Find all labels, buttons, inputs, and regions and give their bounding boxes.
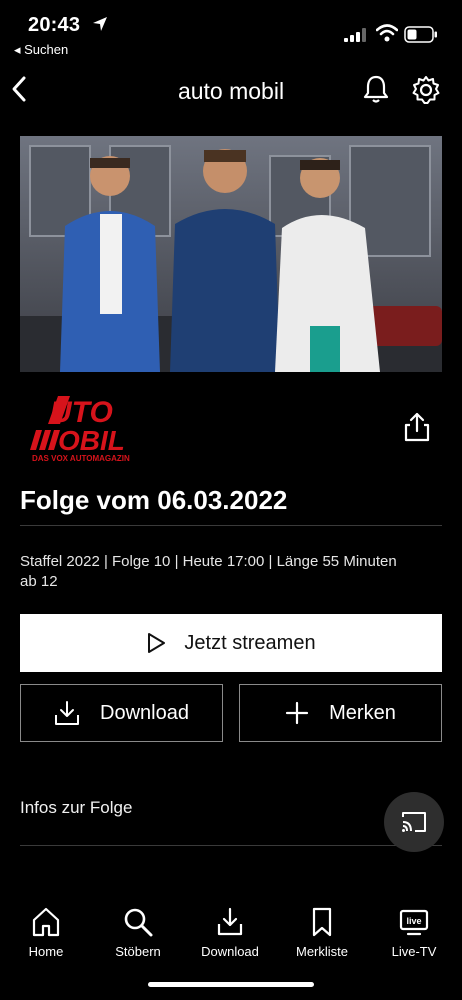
svg-text:live: live xyxy=(406,916,421,926)
svg-text:OBIL: OBIL xyxy=(58,425,125,456)
plus-icon xyxy=(286,701,309,725)
episode-meta-line: Staffel 2022 | Folge 10 | Heute 17:00 | … xyxy=(20,553,397,570)
tab-watchlist[interactable]: Merkliste xyxy=(282,906,362,959)
tab-live-tv[interactable]: live Live-TV xyxy=(374,906,454,959)
download-button[interactable]: Download xyxy=(20,684,223,742)
hero-photo xyxy=(20,136,442,372)
episode-hero-image xyxy=(20,136,442,372)
tab-label: Live-TV xyxy=(391,944,437,959)
page-title: auto mobil xyxy=(177,78,285,104)
bookmark-icon xyxy=(312,907,332,937)
tab-label: Download xyxy=(201,944,259,959)
play-icon xyxy=(148,633,166,653)
stream-button-label: Jetzt streamen xyxy=(184,631,316,654)
wifi-icon xyxy=(376,24,398,42)
battery-icon xyxy=(404,26,437,43)
gear-icon[interactable] xyxy=(410,74,442,106)
episode-meta: Staffel 2022 | Folge 10 | Heute 17:00 | … xyxy=(20,552,397,592)
cast-button[interactable] xyxy=(384,792,444,852)
bell-icon[interactable] xyxy=(362,74,390,104)
episode-title: Folge vom 06.03.2022 xyxy=(20,485,288,515)
download-icon xyxy=(217,907,243,936)
home-indicator[interactable] xyxy=(148,982,314,987)
show-logo: UTO OBIL DAS VOX AUTOMAGAZIN xyxy=(30,396,130,463)
watchlist-button[interactable]: Merken xyxy=(239,684,442,742)
download-button-label: Download xyxy=(100,701,189,724)
tab-label: Stöbern xyxy=(115,944,161,959)
download-icon xyxy=(55,701,80,725)
svg-text:DAS VOX AUTOMAGAZIN: DAS VOX AUTOMAGAZIN xyxy=(32,454,130,463)
status-time: 20:43 xyxy=(28,14,81,36)
search-icon xyxy=(124,908,153,937)
tab-label: Home xyxy=(28,944,64,959)
stream-button[interactable]: Jetzt streamen xyxy=(20,614,442,672)
watchlist-button-label: Merken xyxy=(329,701,396,724)
tab-label: Merkliste xyxy=(295,944,348,959)
divider xyxy=(20,525,442,526)
share-icon[interactable] xyxy=(402,412,432,442)
live-tv-icon: live xyxy=(399,909,429,936)
back-to-app-link[interactable]: ◂ Suchen xyxy=(14,42,68,58)
infos-section-link[interactable]: Infos zur Folge xyxy=(20,798,132,818)
tab-home[interactable]: Home xyxy=(6,906,86,959)
tab-browse[interactable]: Stöbern xyxy=(98,906,178,959)
divider xyxy=(20,845,442,846)
home-icon xyxy=(32,907,60,937)
cellular-signal-icon xyxy=(344,28,366,42)
status-bar: 20:43 ◂ Suchen xyxy=(0,0,462,62)
nav-header: auto mobil xyxy=(0,62,462,120)
cast-icon xyxy=(402,812,426,832)
tab-download[interactable]: Download xyxy=(190,906,270,959)
location-arrow-icon xyxy=(93,17,107,31)
age-rating: ab 12 xyxy=(20,573,58,590)
